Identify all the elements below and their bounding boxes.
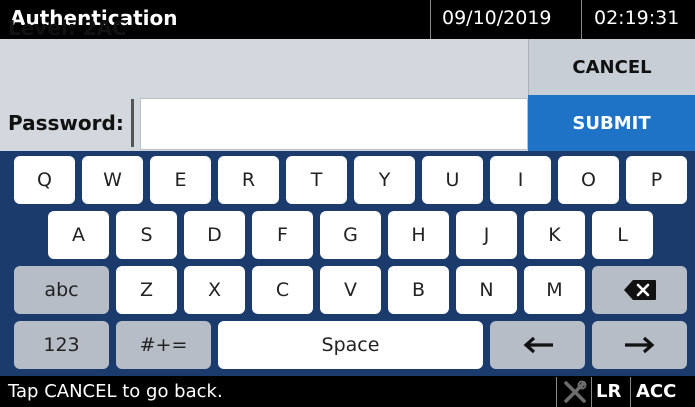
key-v[interactable]: V [320, 266, 381, 314]
key-f[interactable]: F [252, 211, 313, 259]
backspace-key[interactable] [592, 266, 687, 314]
key-y[interactable]: Y [354, 156, 415, 204]
key-u[interactable]: U [422, 156, 483, 204]
key-l[interactable]: L [592, 211, 653, 259]
key-p[interactable]: P [626, 156, 687, 204]
arrow-left-icon [523, 336, 553, 354]
key-s[interactable]: S [116, 211, 177, 259]
key-e[interactable]: E [150, 156, 211, 204]
key-123[interactable]: 123 [14, 321, 109, 369]
arrow-right-icon [624, 336, 654, 354]
on-screen-keyboard: Q W E R T Y U I O P A S D F G H J K L ab… [0, 151, 695, 376]
cancel-button[interactable]: CANCEL [528, 39, 695, 95]
backspace-icon [623, 280, 656, 300]
status-message: Tap CANCEL to go back. [8, 381, 223, 402]
divider [430, 0, 431, 39]
key-m[interactable]: M [524, 266, 585, 314]
space-key[interactable]: Space [218, 321, 483, 369]
time-display: 02:19:31 [594, 7, 680, 29]
key-b[interactable]: B [388, 266, 449, 314]
key-r[interactable]: R [218, 156, 279, 204]
key-a[interactable]: A [48, 211, 109, 259]
key-h[interactable]: H [388, 211, 449, 259]
key-g[interactable]: G [320, 211, 381, 259]
key-z[interactable]: Z [116, 266, 177, 314]
lr-indicator: LR [596, 381, 622, 402]
key-d[interactable]: D [184, 211, 245, 259]
key-q[interactable]: Q [14, 156, 75, 204]
key-abc[interactable]: abc [14, 266, 109, 314]
divider [581, 0, 582, 39]
key-o[interactable]: O [558, 156, 619, 204]
divider [556, 377, 557, 407]
date-display: 09/10/2019 [442, 7, 552, 29]
password-field[interactable] [140, 98, 528, 150]
arrow-left-key[interactable] [490, 321, 585, 369]
submit-button[interactable]: SUBMIT [528, 95, 695, 151]
key-c[interactable]: C [252, 266, 313, 314]
acc-indicator: ACC [636, 381, 677, 402]
key-n[interactable]: N [456, 266, 517, 314]
key-k[interactable]: K [524, 211, 585, 259]
key-w[interactable]: W [82, 156, 143, 204]
password-label: Password: [8, 111, 124, 135]
key-x[interactable]: X [184, 266, 245, 314]
key-symbols[interactable]: #+= [116, 321, 211, 369]
key-j[interactable]: J [456, 211, 517, 259]
key-i[interactable]: I [490, 156, 551, 204]
key-t[interactable]: T [286, 156, 347, 204]
arrow-right-key[interactable] [592, 321, 687, 369]
level-label: Level: 2AC [8, 16, 127, 40]
divider [630, 377, 631, 407]
divider [591, 377, 592, 407]
divider [131, 99, 134, 147]
tools-icon [562, 379, 588, 405]
